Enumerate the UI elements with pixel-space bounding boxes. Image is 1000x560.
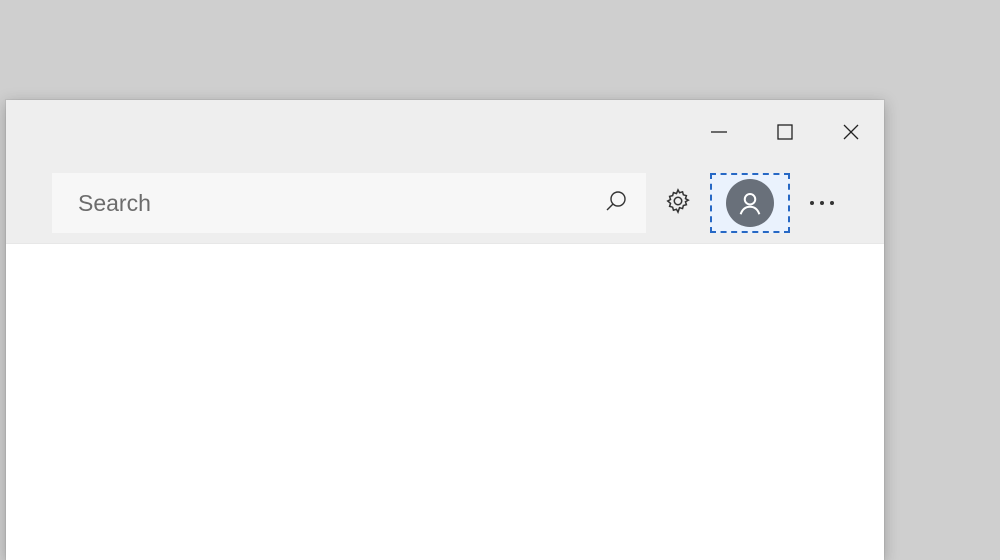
settings-button[interactable]	[654, 173, 702, 233]
search-input[interactable]	[76, 189, 604, 218]
content-area	[6, 244, 884, 560]
app-window	[6, 100, 884, 560]
minimize-button[interactable]	[686, 100, 752, 163]
search-icon	[604, 189, 628, 218]
more-icon	[830, 201, 834, 205]
minimize-icon	[710, 123, 728, 141]
toolbar	[6, 163, 884, 244]
more-icon	[810, 201, 814, 205]
more-button[interactable]	[798, 173, 846, 233]
search-box[interactable]	[52, 173, 646, 233]
person-icon	[735, 188, 765, 218]
maximize-icon	[776, 123, 794, 141]
more-icon	[820, 201, 824, 205]
titlebar	[6, 100, 884, 163]
close-button[interactable]	[818, 100, 884, 163]
avatar	[726, 179, 774, 227]
profile-button[interactable]	[710, 173, 790, 233]
gear-icon	[664, 187, 692, 220]
maximize-button[interactable]	[752, 100, 818, 163]
desktop-background	[0, 0, 1000, 560]
close-icon	[842, 123, 860, 141]
